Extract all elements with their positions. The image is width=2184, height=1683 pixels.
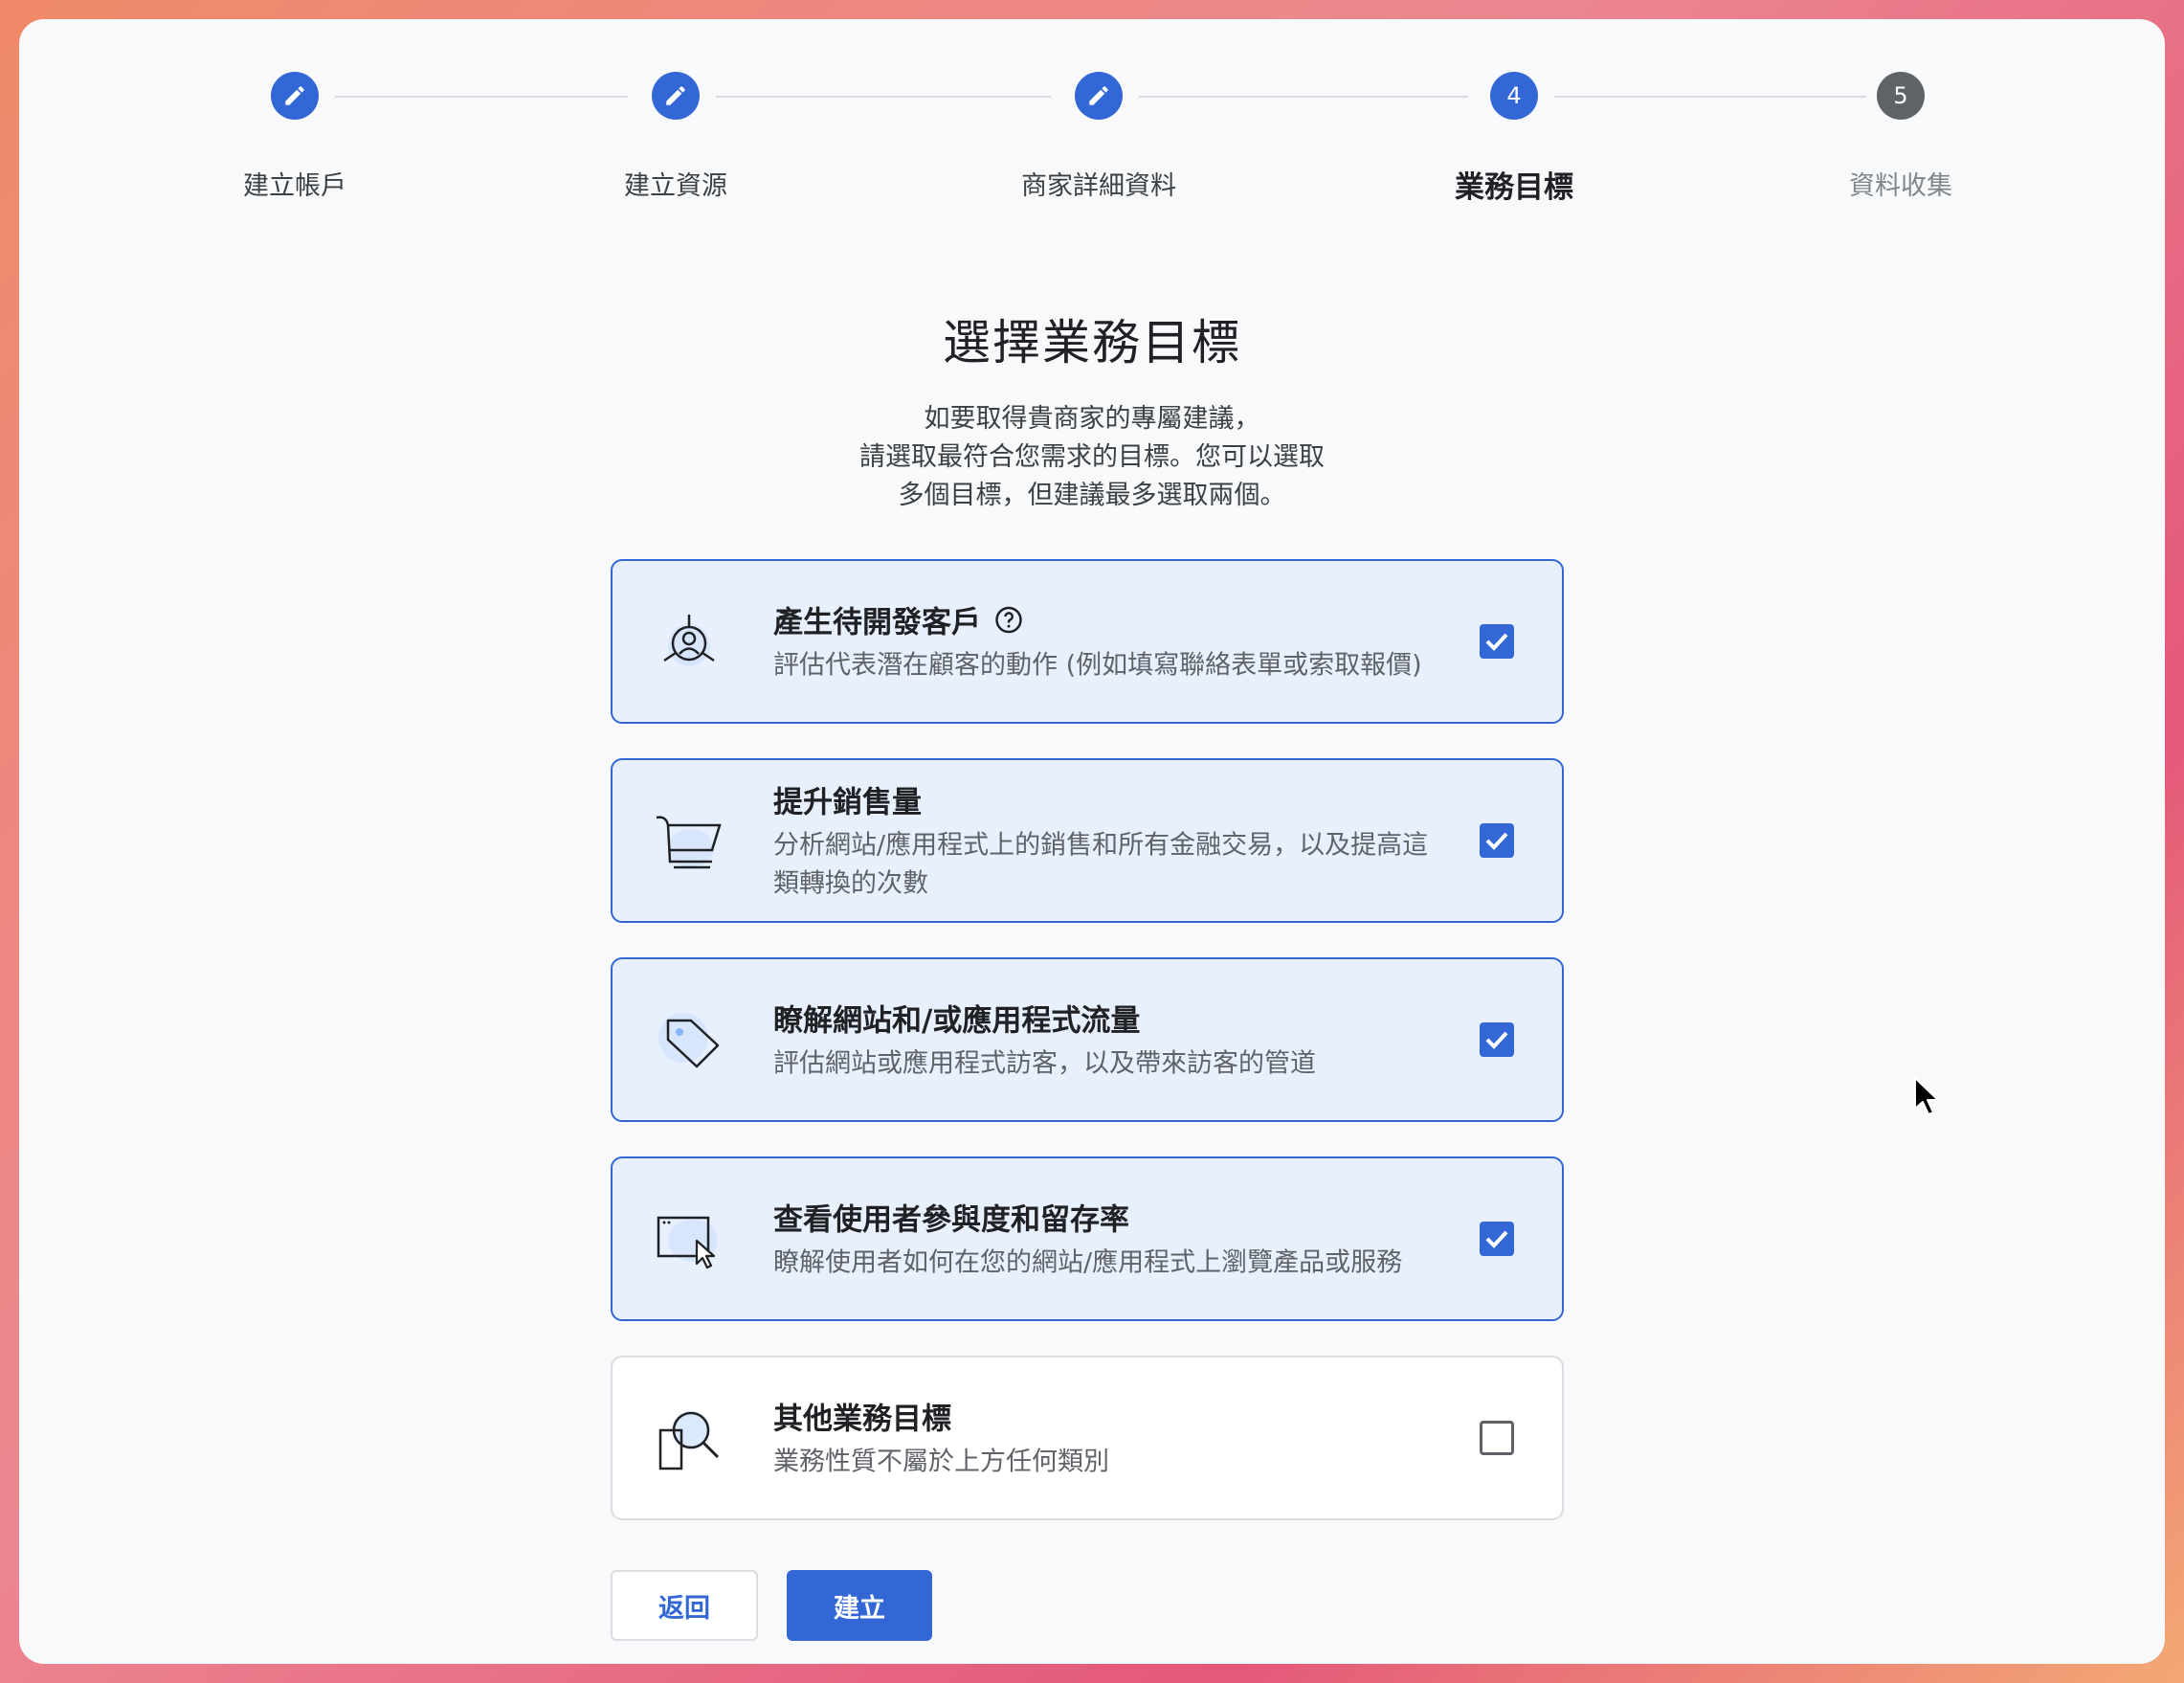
page-description: 如要取得貴商家的專屬建議， 請選取最符合您需求的目標。您可以選取 多個目標，但建…	[19, 400, 2165, 515]
objective-title: 提升銷售量	[773, 785, 922, 820]
objective-subtitle: 瞭解使用者如何在您的網站/應用程式上瀏覽產品或服務	[773, 1247, 1403, 1278]
checkmark-icon	[1485, 1230, 1508, 1248]
stepper-connector	[1139, 96, 1468, 98]
checkmark-icon	[1485, 1031, 1508, 1049]
objective-card-leads[interactable]: 產生待開發客戶 評估代表潛在顧客的動作 (例如填寫聯絡表單或索取報價)	[611, 559, 1564, 724]
step-2-label: 建立資源	[624, 171, 727, 201]
objective-subtitle: 評估代表潛在顧客的動作 (例如填寫聯絡表單或索取報價)	[773, 650, 1422, 681]
price-tag-icon	[658, 1013, 720, 1068]
stepper-connector	[1554, 96, 1866, 98]
pencil-icon	[1089, 86, 1108, 105]
objective-title: 瞭解網站和/或應用程式流量	[773, 1003, 1141, 1039]
objective-card-engagement[interactable]: 查看使用者參與度和留存率 瞭解使用者如何在您的網站/應用程式上瀏覽產品或服務	[611, 1156, 1564, 1321]
step-5-label: 資料收集	[1849, 171, 1952, 201]
objective-text: 其他業務目標 業務性質不屬於上方任何類別	[773, 1395, 1437, 1482]
objective-checkbox[interactable]	[1480, 823, 1514, 858]
objective-checkbox[interactable]	[1480, 1421, 1514, 1455]
search-document-icon	[658, 1411, 720, 1470]
help-icon[interactable]	[994, 605, 1023, 634]
objective-text: 產生待開發客戶 評估代表潛在顧客的動作 (例如填寫聯絡表單或索取報價)	[773, 598, 1437, 685]
objective-subtitle: 分析網站/應用程式上的銷售和所有金融交易，以及提高這類轉換的次數	[773, 830, 1429, 899]
objective-checkbox[interactable]	[1480, 624, 1514, 659]
objective-title: 其他業務目標	[773, 1402, 951, 1437]
objective-text: 提升銷售量 分析網站/應用程式上的銷售和所有金融交易，以及提高這類轉換的次數	[773, 778, 1437, 904]
checkmark-icon	[1485, 832, 1508, 850]
objective-title-row: 產生待開發客戶	[773, 598, 1437, 641]
browser-cursor-icon	[657, 1216, 718, 1269]
description-line: 多個目標，但建議最多選取兩個。	[898, 481, 1286, 510]
objective-card-other[interactable]: 其他業務目標 業務性質不屬於上方任何類別	[611, 1356, 1564, 1520]
shopping-cart-icon	[656, 816, 722, 869]
step-3-label: 商家詳細資料	[1021, 171, 1176, 201]
pencil-icon	[666, 86, 685, 105]
step-1-circle[interactable]	[271, 72, 319, 120]
stepper-connector	[716, 96, 1051, 98]
pencil-icon	[285, 86, 304, 105]
page-title: 選擇業務目標	[943, 315, 1241, 370]
setup-window: 建立帳戶 建立資源 商家詳細資料 4 業務目標 5 資料收集 選擇業務目標 如要…	[19, 19, 2165, 1664]
objective-text: 瞭解網站和/或應用程式流量 評估網站或應用程式訪客，以及帶來訪客的管道	[773, 997, 1437, 1084]
mouse-pointer-icon	[1914, 1077, 1939, 1115]
objective-title: 產生待開發客戶	[773, 605, 981, 640]
objective-card-sales[interactable]: 提升銷售量 分析網站/應用程式上的銷售和所有金融交易，以及提高這類轉換的次數	[611, 758, 1564, 923]
objective-subtitle: 評估網站或應用程式訪客，以及帶來訪客的管道	[773, 1048, 1316, 1079]
objective-title: 查看使用者參與度和留存率	[773, 1202, 1129, 1238]
objective-text: 查看使用者參與度和留存率 瞭解使用者如何在您的網站/應用程式上瀏覽產品或服務	[773, 1196, 1437, 1283]
stepper-connector	[335, 96, 628, 98]
back-button[interactable]: 返回	[611, 1570, 758, 1641]
create-button[interactable]: 建立	[787, 1570, 932, 1641]
step-4-circle: 4	[1490, 72, 1538, 120]
step-3-circle[interactable]	[1075, 72, 1123, 120]
objective-checkbox[interactable]	[1480, 1022, 1514, 1057]
progress-stepper: 建立帳戶 建立資源 商家詳細資料 4 業務目標 5 資料收集	[19, 19, 2165, 211]
lead-user-icon	[663, 615, 715, 666]
objective-subtitle: 業務性質不屬於上方任何類別	[773, 1447, 1109, 1477]
step-5-circle: 5	[1877, 72, 1925, 120]
description-line: 如要取得貴商家的專屬建議，	[924, 404, 1260, 434]
step-1-label: 建立帳戶	[243, 171, 346, 201]
checkmark-icon	[1485, 633, 1508, 651]
objective-card-traffic[interactable]: 瞭解網站和/或應用程式流量 評估網站或應用程式訪客，以及帶來訪客的管道	[611, 957, 1564, 1122]
description-line: 請選取最符合您需求的目標。您可以選取	[859, 442, 1325, 472]
step-2-circle[interactable]	[652, 72, 700, 120]
step-4-label: 業務目標	[1455, 170, 1573, 205]
objective-checkbox[interactable]	[1480, 1222, 1514, 1256]
